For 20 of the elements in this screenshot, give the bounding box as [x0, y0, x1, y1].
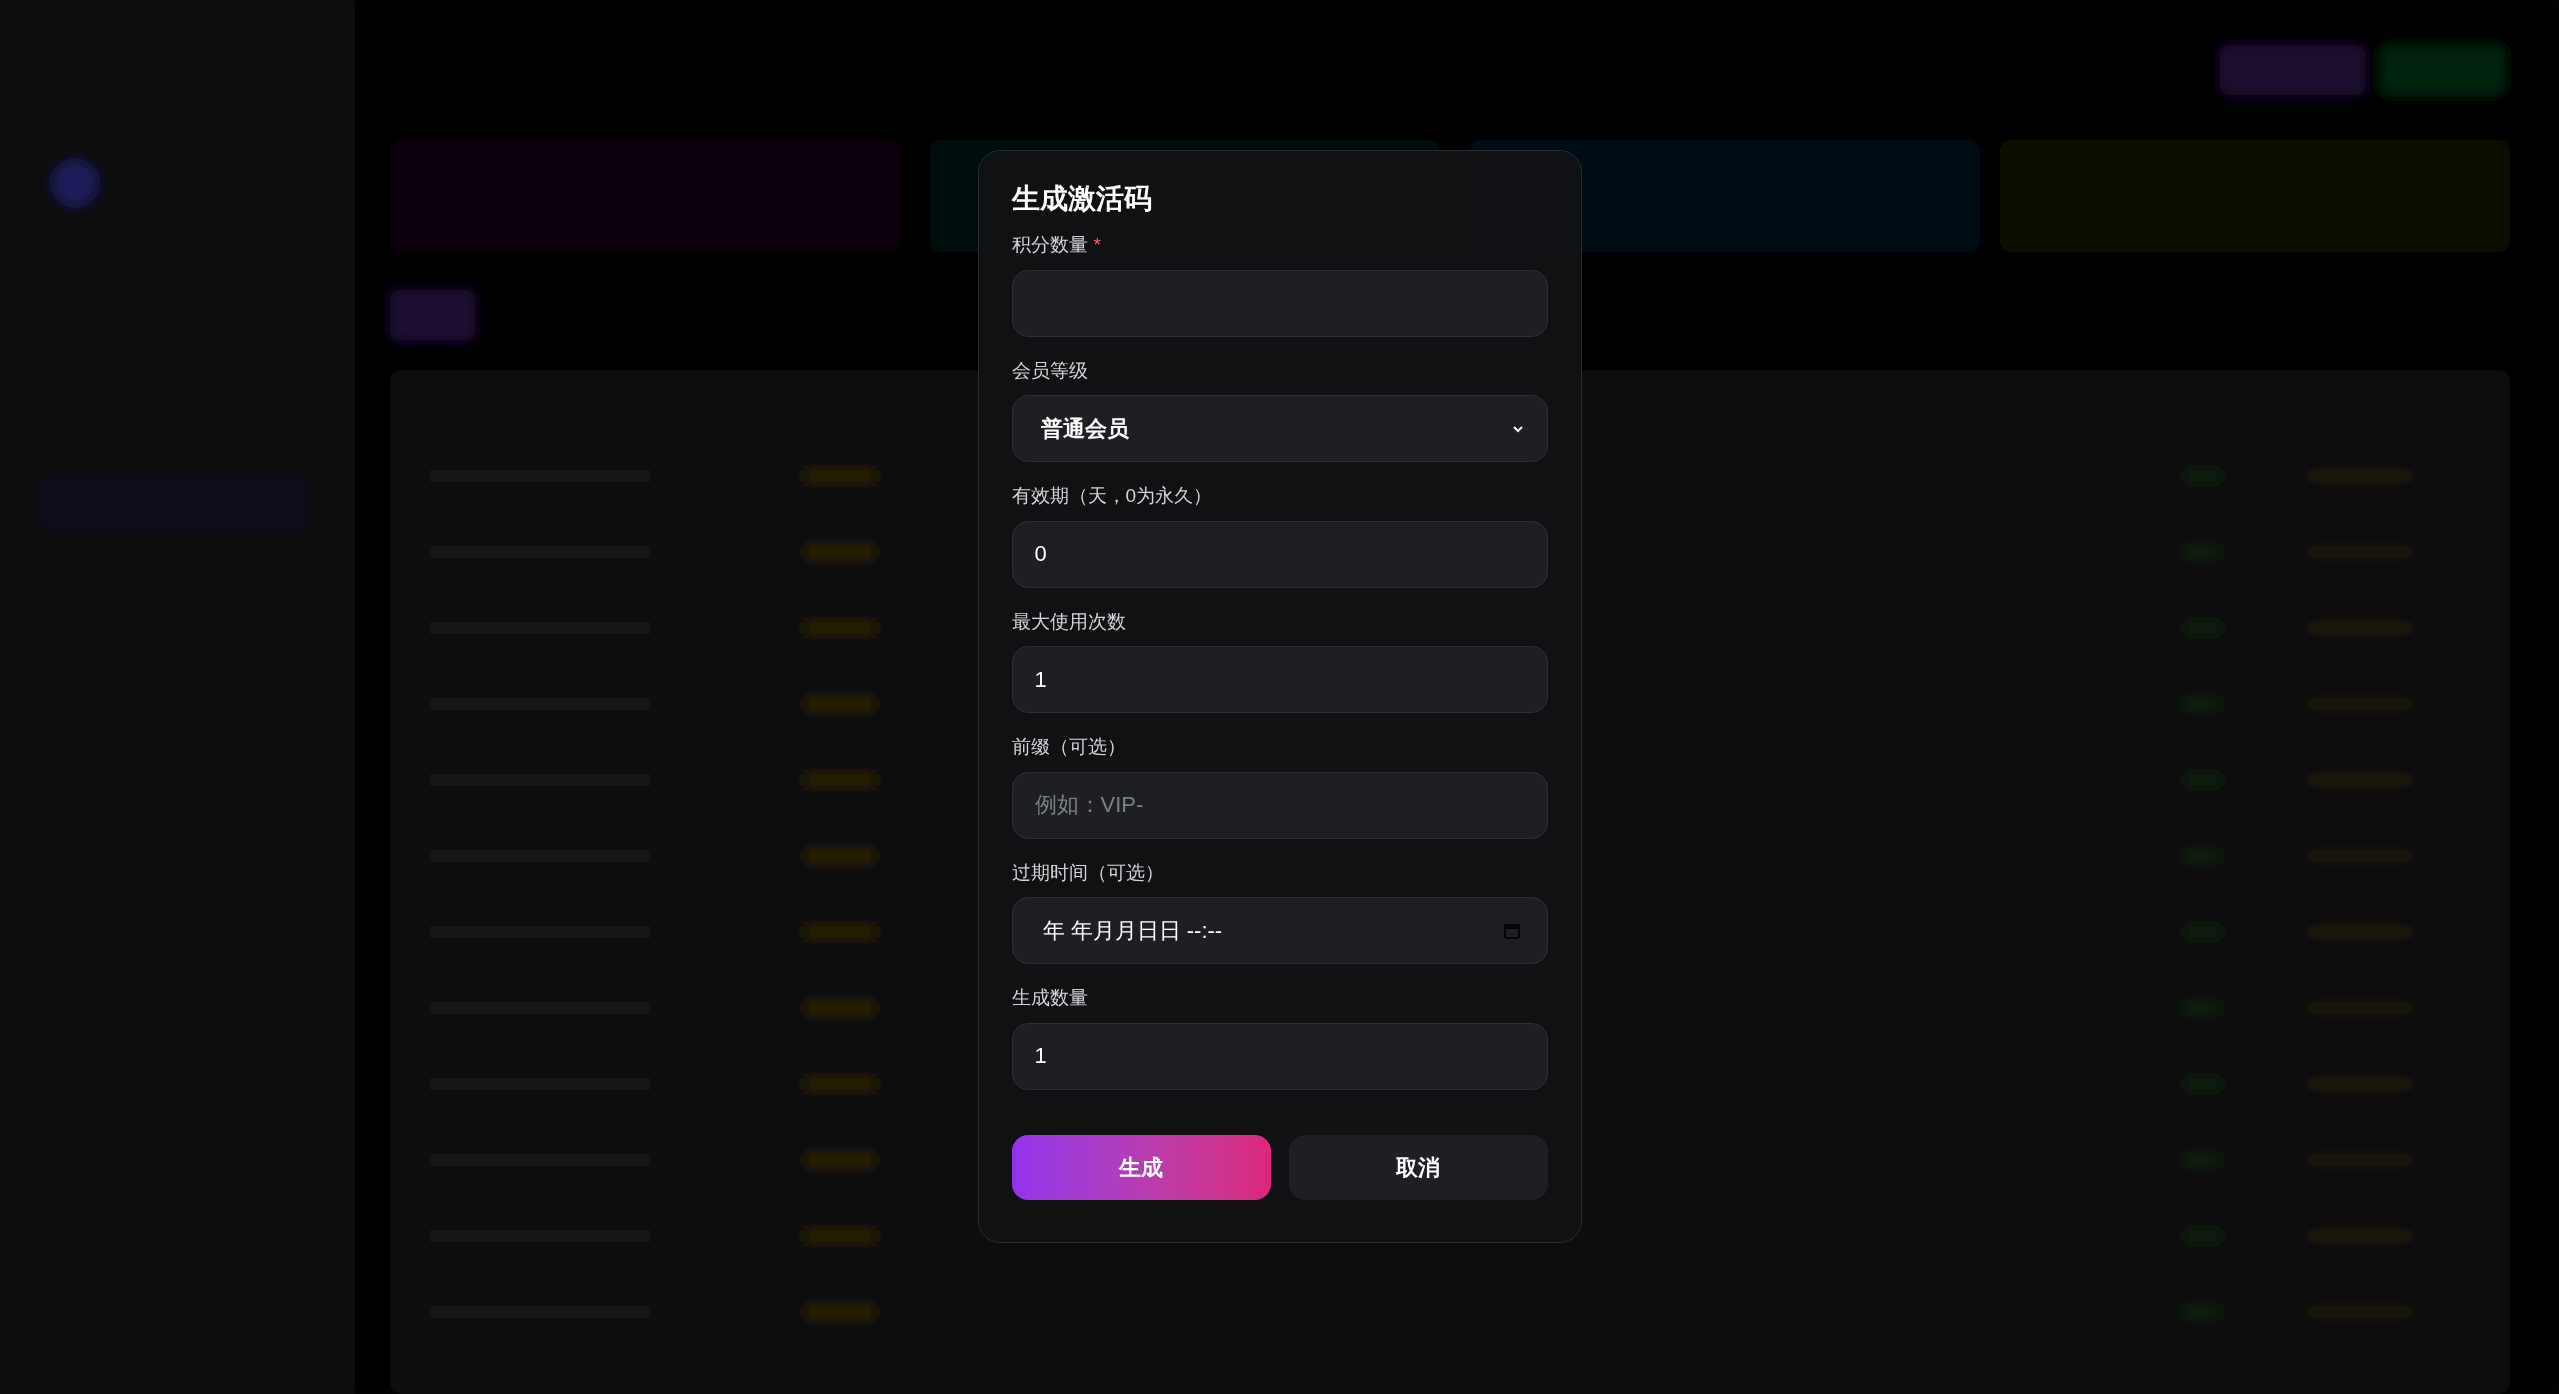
calendar-icon[interactable] — [1502, 921, 1521, 940]
field-label: 前缀（可选） — [1011, 735, 1126, 759]
input-field[interactable]: 例如：VIP- — [1011, 771, 1548, 839]
generate-button[interactable]: 生成 — [1011, 1134, 1271, 1200]
field-label: 最大使用次数 — [1011, 609, 1126, 634]
datetime-field[interactable]: 年 年月月日日 --:-- — [1011, 897, 1548, 964]
input-field[interactable]: 0 — [1011, 520, 1548, 588]
field-label: 积分数量 — [1011, 233, 1088, 257]
select-value: 普通会员 — [1040, 415, 1129, 443]
input-field[interactable] — [1011, 269, 1548, 337]
cancel-button[interactable]: 取消 — [1288, 1134, 1548, 1200]
required-mark: * — [1093, 233, 1101, 257]
member-level-select[interactable]: 普通会员 — [1011, 395, 1548, 462]
field-label: 会员等级 — [1011, 358, 1088, 383]
field-label: 有效期（天，0为永久） — [1011, 484, 1213, 508]
input-field[interactable]: 1 — [1011, 1022, 1548, 1090]
field-label: 过期时间（可选） — [1011, 860, 1164, 885]
field-label: 生成数量 — [1011, 986, 1088, 1010]
dialog-title: 生成激活码 — [1011, 185, 1153, 213]
input-field[interactable]: 1 — [1011, 646, 1548, 713]
